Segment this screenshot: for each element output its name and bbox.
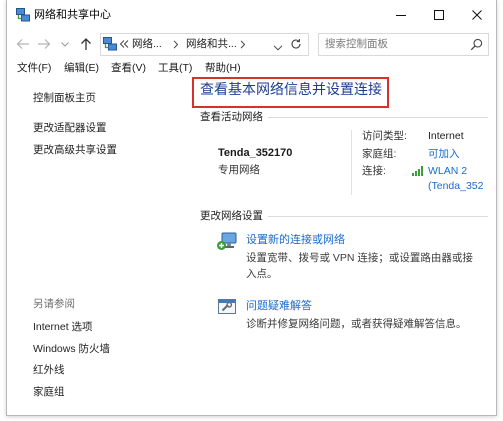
window-controls xyxy=(382,0,496,30)
title-bar[interactable]: 网络和共享中心 xyxy=(7,0,496,30)
address-bar[interactable]: 网络... 网络和共... xyxy=(100,33,309,56)
maximize-icon xyxy=(434,10,444,20)
troubleshoot-description: 诊断并修复网络问题，或者获得疑难解答信息。 xyxy=(246,318,467,330)
section-label: 更改网络设置 xyxy=(200,210,263,222)
new-connection-icon[interactable] xyxy=(216,230,238,252)
connections-label: 连接: xyxy=(362,165,386,177)
menu-view[interactable]: 查看(V) xyxy=(111,61,158,77)
sidebar-item-homegroup[interactable]: 家庭组 xyxy=(33,385,65,399)
forward-button[interactable] xyxy=(35,34,53,54)
search-box[interactable] xyxy=(318,33,489,56)
menu-file[interactable]: 文件(F) xyxy=(17,61,64,77)
minimize-button[interactable] xyxy=(382,0,420,30)
see-also-heading: 另请参阅 xyxy=(33,298,75,310)
search-input[interactable] xyxy=(325,36,465,52)
network-location-icon xyxy=(103,37,117,51)
arrow-up-icon xyxy=(81,38,91,50)
maximize-button[interactable] xyxy=(420,0,458,30)
sidebar-item-control-panel-home[interactable]: 控制面板主页 xyxy=(33,91,96,105)
menu-edit[interactable]: 编辑(E) xyxy=(64,61,111,77)
setup-connection-link[interactable]: 设置新的连接或网络 xyxy=(246,233,345,247)
section-divider xyxy=(268,215,488,217)
breadcrumb-network[interactable]: 网络... xyxy=(132,37,162,51)
vertical-divider xyxy=(351,130,352,195)
active-networks-header: 查看活动网络 xyxy=(200,110,488,124)
access-type-label: 访问类型: xyxy=(362,130,407,142)
connection-ssid-link[interactable]: (Tenda_352 xyxy=(428,179,483,193)
access-type-value: Internet xyxy=(428,130,464,142)
sidebar-item-advanced-sharing[interactable]: 更改高级共享设置 xyxy=(33,143,117,157)
minimize-icon xyxy=(396,15,406,16)
troubleshoot-link[interactable]: 问题疑难解答 xyxy=(246,299,312,313)
network-sharing-center-window: 网络和共享中心 网络... 网络和共... 搜索控制面板 文件(F) 编辑(E)… xyxy=(6,0,497,416)
address-dropdown-button[interactable] xyxy=(273,42,283,51)
back-button[interactable] xyxy=(14,34,32,54)
highlight-box xyxy=(192,77,389,108)
chevron-right-icon[interactable] xyxy=(240,40,246,49)
network-category: 专用网络 xyxy=(218,164,260,176)
up-button[interactable] xyxy=(77,34,95,54)
refresh-icon xyxy=(291,39,301,49)
chevron-down-icon xyxy=(61,41,69,47)
search-icon[interactable] xyxy=(470,38,483,51)
wifi-signal-icon xyxy=(412,166,425,176)
section-label: 查看活动网络 xyxy=(200,111,263,123)
menu-bar: 文件(F) 编辑(E) 查看(V) 工具(T) 帮助(H) xyxy=(17,61,252,77)
homegroup-label: 家庭组: xyxy=(362,148,397,160)
change-settings-header: 更改网络设置 xyxy=(200,209,488,223)
homegroup-link[interactable]: 可加入 xyxy=(428,147,460,161)
sidebar-item-infrared[interactable]: 红外线 xyxy=(33,363,65,377)
window-title: 网络和共享中心 xyxy=(34,9,111,21)
close-icon xyxy=(472,10,482,20)
recent-locations-button[interactable] xyxy=(59,34,71,54)
refresh-button[interactable] xyxy=(290,38,302,50)
connection-link[interactable]: WLAN 2 xyxy=(428,164,467,178)
breadcrumb-sharing-center[interactable]: 网络和共... xyxy=(186,37,237,51)
menu-help[interactable]: 帮助(H) xyxy=(205,61,252,77)
setup-connection-description: 设置宽带、拨号或 VPN 连接；或设置路由器或接入点。 xyxy=(246,252,473,280)
troubleshoot-icon[interactable] xyxy=(216,297,238,319)
arrow-left-icon xyxy=(16,39,29,49)
chevron-down-icon xyxy=(273,45,283,51)
close-button[interactable] xyxy=(458,0,496,30)
arrow-right-icon xyxy=(38,39,51,49)
sidebar-item-firewall[interactable]: Windows 防火墙 xyxy=(33,342,110,356)
network-name: Tenda_352170 xyxy=(218,147,293,159)
double-chevron-left-icon[interactable] xyxy=(119,39,129,49)
section-divider xyxy=(268,116,488,118)
menu-tools[interactable]: 工具(T) xyxy=(158,61,205,77)
sidebar-item-adapter-settings[interactable]: 更改适配器设置 xyxy=(33,121,107,135)
network-center-icon xyxy=(16,8,30,22)
sidebar-item-internet-options[interactable]: Internet 选项 xyxy=(33,320,93,334)
chevron-right-icon[interactable] xyxy=(173,40,179,49)
